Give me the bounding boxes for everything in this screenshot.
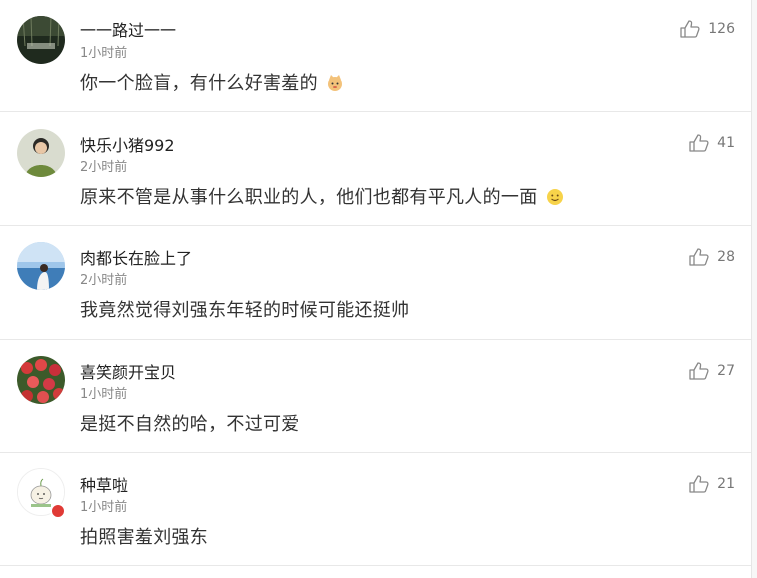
comment-item: 喜笑颜开宝贝 1小时前 是挺不自然的哈，不过可爱 27: [0, 340, 751, 453]
comment-feed: 一一路过一一 1小时前 你一个脸盲，有什么好害羞的 126 快乐小猪992 2小: [0, 0, 752, 578]
like-count: 28: [717, 249, 735, 265]
comment-text: 你一个脸盲，有什么好害羞的: [80, 69, 344, 97]
comment-author[interactable]: 喜笑颜开宝贝: [80, 359, 176, 383]
comment-item: 种草啦 1小时前 拍照害羞刘强东 21: [0, 453, 751, 566]
like-button[interactable]: 126: [680, 20, 735, 38]
comment-item: 快乐小猪992 2小时前 原来不管是从事什么职业的人，他们也都有平凡人的一面 4…: [0, 112, 751, 226]
comment-author[interactable]: 一一路过一一: [80, 17, 176, 41]
comment-author[interactable]: 快乐小猪992: [80, 132, 175, 156]
like-count: 21: [717, 476, 735, 492]
like-count: 126: [708, 21, 735, 37]
comment-item: 一一路过一一 1小时前 你一个脸盲，有什么好害羞的 126: [0, 0, 751, 112]
comment-item: 肉都长在脸上了 2小时前 我竟然觉得刘强东年轻的时候可能还挺帅 28: [0, 226, 751, 340]
comment-text: 原来不管是从事什么职业的人，他们也都有平凡人的一面: [80, 183, 564, 211]
comment-author[interactable]: 种草啦: [80, 472, 128, 496]
avatar[interactable]: [17, 16, 65, 64]
cat-face-icon: [326, 74, 344, 97]
thumbs-up-icon: [689, 248, 709, 266]
like-button[interactable]: 41: [689, 134, 735, 152]
like-button[interactable]: 27: [689, 362, 735, 380]
avatar[interactable]: [17, 129, 65, 177]
comment-text: 拍照害羞刘强东: [80, 527, 209, 548]
comment-time: 1小时前: [80, 387, 128, 402]
thumbs-up-icon: [689, 475, 709, 493]
avatar[interactable]: [17, 242, 65, 290]
comment-author[interactable]: 肉都长在脸上了: [80, 245, 192, 269]
comment-text: 是挺不自然的哈，不过可爱: [80, 414, 300, 435]
thumbs-up-icon: [689, 134, 709, 152]
like-button[interactable]: 28: [689, 248, 735, 266]
verified-badge-icon: [50, 503, 66, 519]
comment-time: 1小时前: [80, 46, 128, 61]
like-button[interactable]: 21: [689, 475, 735, 493]
comment-time: 1小时前: [80, 500, 128, 515]
comment-time: 2小时前: [80, 160, 128, 175]
thumbs-up-icon: [680, 20, 700, 38]
avatar[interactable]: [17, 356, 65, 404]
like-count: 27: [717, 363, 735, 379]
comment-text: 我竟然觉得刘强东年轻的时候可能还挺帅: [80, 300, 410, 321]
thumbs-up-icon: [689, 362, 709, 380]
comment-time: 2小时前: [80, 273, 128, 288]
like-count: 41: [717, 135, 735, 151]
smile-face-icon: [546, 188, 564, 211]
